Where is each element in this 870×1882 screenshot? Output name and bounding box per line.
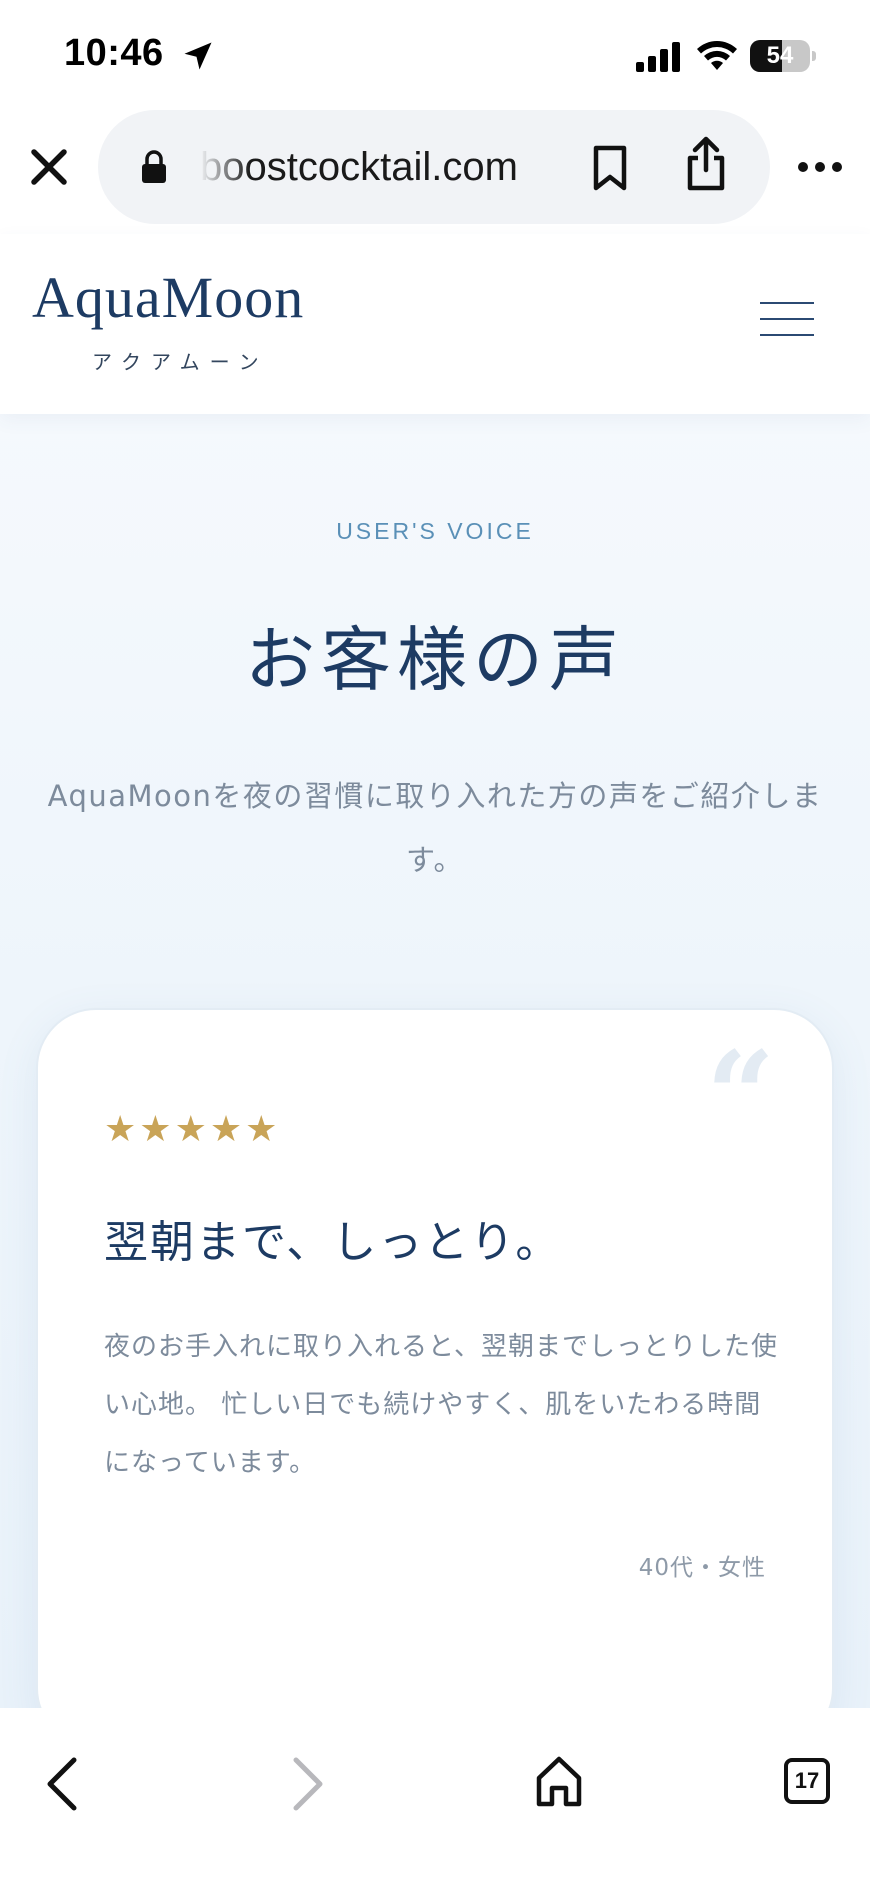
section-description: AquaMoonを夜の習慣に取り入れた方の声をご紹介します。 [47, 779, 823, 877]
star-icon: ★ [209, 1109, 243, 1150]
testimonial-title: 翌朝まで、しっとり。 [104, 1217, 562, 1268]
quote-icon: “ [706, 1025, 776, 1166]
page: 10:46 54 boostcocktail.com AquaMoon アクアム… [0, 0, 870, 1882]
site-logo[interactable]: AquaMoon [32, 264, 304, 331]
lock-icon [142, 150, 166, 183]
star-rating: ★★★★★ [104, 1110, 280, 1150]
chevron-left-icon[interactable] [44, 1756, 80, 1812]
url-text[interactable]: boostcocktail.com [200, 140, 540, 194]
site-logo-kana: アクアムーン [92, 350, 269, 374]
user-voice-section: USER'S VOICE お客様の声 AquaMoonを夜の習慣に取り入れた方の… [0, 414, 870, 1748]
home-icon[interactable] [534, 1754, 584, 1808]
share-icon[interactable] [684, 136, 728, 192]
star-icon: ★ [174, 1109, 207, 1150]
address-bar[interactable]: boostcocktail.com [98, 110, 770, 224]
status-bar: 10:46 54 [0, 0, 870, 110]
battery-level: 54 [766, 42, 794, 69]
browser-bottom-toolbar: 17 [0, 1708, 870, 1882]
site-header: AquaMoon アクアムーン [0, 234, 870, 414]
status-time: 10:46 [64, 32, 164, 74]
browser-toolbar: boostcocktail.com [0, 110, 870, 234]
wifi-icon [697, 41, 737, 70]
section-eyebrow: USER'S VOICE [336, 518, 534, 544]
testimonial-card: “ ★★★★★ 翌朝まで、しっとり。 夜のお手入れに取り入れると、翌朝までしっと… [36, 1008, 834, 1748]
close-icon[interactable] [24, 142, 74, 192]
star-icon: ★ [104, 1109, 137, 1150]
battery-icon: 54 [750, 40, 816, 72]
more-icon[interactable] [796, 160, 844, 174]
tabs-icon[interactable]: 17 [784, 1758, 830, 1804]
section-title: お客様の声 [245, 619, 625, 701]
testimonial-author: 40代・女性 [638, 1555, 766, 1581]
testimonial-body: 夜のお手入れに取り入れると、翌朝までしっとりした使い心地。 忙しい日でも続けやす… [104, 1332, 778, 1478]
chevron-right-icon[interactable] [290, 1756, 326, 1812]
hamburger-icon[interactable] [760, 302, 816, 342]
signal-icon [636, 42, 680, 72]
location-arrow-icon [184, 42, 212, 70]
bookmark-icon[interactable] [592, 144, 628, 192]
tab-count: 17 [794, 1768, 820, 1793]
star-icon: ★ [139, 1109, 172, 1150]
star-icon: ★ [245, 1109, 278, 1150]
